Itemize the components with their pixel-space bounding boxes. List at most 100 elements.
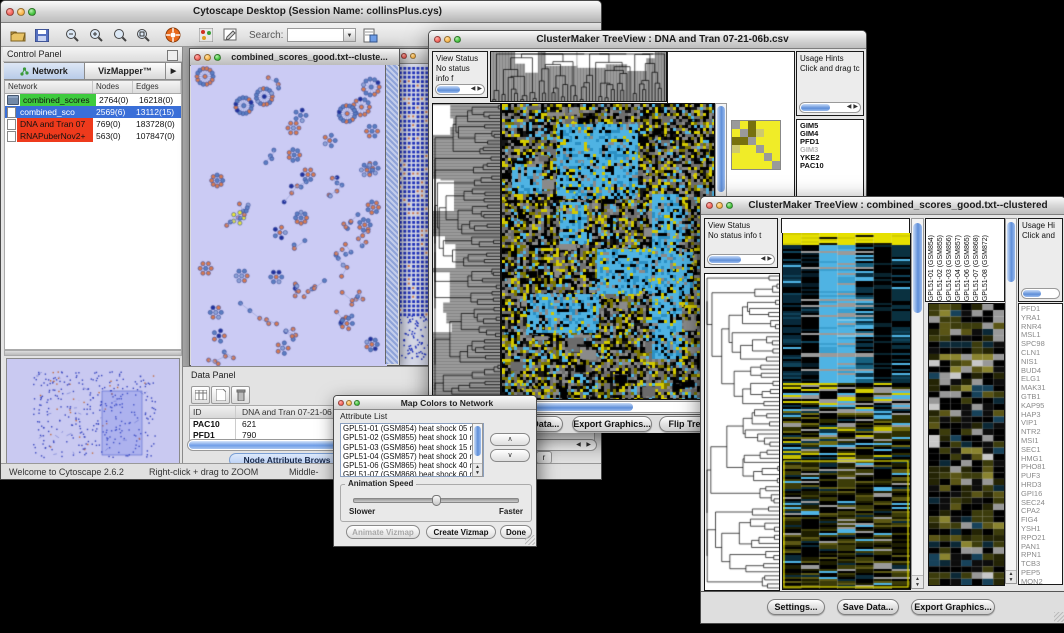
close-button[interactable] [434,36,441,43]
minimize-button[interactable] [17,8,25,16]
column-label[interactable]: GPL51-01 (GSM854) [928,235,935,301]
minimize-button[interactable] [444,36,451,43]
view-status-scrollbar[interactable]: ◀▶ [707,254,775,265]
view-status-scrollbar[interactable]: ◀▶ [435,84,485,95]
usage-hints-scrollbar[interactable]: ◀▶ [799,102,861,113]
network-table-row[interactable]: RNAPuberNov2+ 563(0) 107847(0) [5,130,181,142]
attribute-list-item[interactable]: GPL51-04 (GSM857) heat shock 20 min [343,452,483,461]
network-view-title-bar[interactable]: combined_scores_good.txt--cluste... [190,49,399,66]
dialog-title-bar[interactable]: Map Colors to Network [334,396,536,410]
gene-label[interactable]: MON2 [1021,578,1060,585]
open-icon[interactable] [9,26,27,44]
network-view-scrollbar[interactable] [385,65,398,364]
attribute-select-icon[interactable] [191,386,210,404]
create-vizmap-button[interactable]: Create Vizmap [426,525,496,539]
row-dendrogram-canvas[interactable] [704,273,780,591]
cytoscape-title-bar[interactable]: Cytoscape Desktop (Session Name: collins… [1,1,601,23]
column-label[interactable]: GPL51-07 (GSM868) [973,235,980,301]
attribute-list-item[interactable]: GPL51-07 (GSM868) heat shock 60 min [343,470,483,477]
close-button[interactable] [401,53,407,59]
column-label[interactable]: GPL51-06 (GSM865) [964,235,971,301]
float-panel-icon[interactable] [167,50,178,61]
tab-overflow-arrow[interactable]: ▶ [166,62,182,80]
main-heatmap-canvas[interactable] [501,103,715,400]
column-header-id[interactable]: ID [190,406,236,418]
zoom-selected-icon[interactable] [111,26,129,44]
zoom-button[interactable] [214,54,221,61]
panel-splitter[interactable] [4,350,182,356]
minimize-button[interactable] [716,202,723,209]
column-label[interactable]: GPL51-03 (GSM856) [946,235,953,301]
column-header-network[interactable]: Network [5,81,93,93]
resize-grip[interactable] [1054,612,1064,622]
column-label[interactable]: GPL51-04 (GSM857) [955,235,962,301]
close-button[interactable] [194,54,201,61]
network-table-row[interactable]: combined_scores 2764(0) 16218(0) [5,94,181,106]
summary-heatmap[interactable] [731,120,781,170]
treeview-combined-title-bar[interactable]: ClusterMaker TreeView : combined_scores_… [701,197,1064,215]
scrollbar-arrows[interactable]: ◀ ▶ [576,441,593,448]
save-icon[interactable] [33,26,51,44]
zoom-in-icon[interactable] [87,26,105,44]
column-label[interactable]: GPL51-08 (GSM872) [982,235,989,301]
attribute-list-item[interactable]: GPL51-06 (GSM865) heat shock 40 min [343,461,483,470]
speed-slider[interactable] [353,498,519,503]
network-graph-canvas[interactable] [191,65,387,366]
move-up-button[interactable]: ∧ [490,433,530,446]
minimize-button[interactable] [410,53,416,59]
treeview-dna-title-bar[interactable]: ClusterMaker TreeView : DNA and Tran 07-… [429,31,866,49]
zoom-button[interactable] [354,400,360,406]
column-header-edges[interactable]: Edges [133,81,181,93]
close-button[interactable] [6,8,14,16]
attribute-list-item[interactable]: GPL51-02 (GSM855) heat shock 10 min [343,433,483,442]
birdseye-view-canvas[interactable] [6,358,180,464]
column-label[interactable]: GPL51-02 (GSM855) [937,235,944,301]
heatmap-vscrollbar[interactable]: ▲▼ [911,218,924,589]
close-button[interactable] [338,400,344,406]
close-button[interactable] [706,202,713,209]
row-label[interactable]: PAC10 [800,162,860,170]
attribute-list-scrollbar[interactable]: ▲▼ [472,423,483,477]
row-dendrogram-canvas[interactable] [432,103,501,400]
column-header-nodes[interactable]: Nodes [93,81,133,93]
zoom-button[interactable] [28,8,36,16]
attribute-list-item[interactable]: GPL51-03 (GSM856) heat shock 15 min [343,443,483,452]
view-status-title: View Status [436,54,484,64]
network-table-row[interactable]: combined_sco 2569(6) 13112(15) [5,106,181,118]
network-name: combined_sco [17,106,93,118]
settings-button[interactable]: Settings... [767,599,825,615]
search-dropdown-arrow[interactable]: ▼ [343,28,356,42]
network-table-row[interactable]: DNA and Tran 07 769(0) 183728(0) [5,118,181,130]
speed-slider-thumb[interactable] [432,495,441,506]
tab-network[interactable]: Network [4,62,85,80]
delete-attribute-icon[interactable] [231,386,250,404]
main-heatmap-canvas[interactable] [782,233,911,590]
resize-grip[interactable] [525,535,535,545]
minimize-button[interactable] [204,54,211,61]
new-attribute-icon[interactable] [211,386,230,404]
tab-vizmapper[interactable]: VizMapper™ [85,62,166,80]
usage-hints-scrollbar[interactable] [1021,288,1060,299]
faster-label: Faster [499,507,523,516]
zoom-out-icon[interactable] [63,26,81,44]
zoom-heatmap-canvas[interactable] [928,303,1005,586]
zoom-fit-icon[interactable] [134,26,152,44]
network-name: RNAPuberNov2+ [17,130,93,142]
zoom-vscrollbar[interactable]: ▲▼ [1005,218,1017,584]
dense-network-canvas[interactable] [398,64,432,365]
move-down-button[interactable]: ∨ [490,449,530,462]
annotation-icon[interactable] [221,26,239,44]
search-input[interactable] [287,28,345,42]
zoom-button[interactable] [726,202,733,209]
save-data-button[interactable]: Save Data... [837,599,899,615]
zoom-button[interactable] [454,36,461,43]
minimize-button[interactable] [346,400,352,406]
export-graphics-button[interactable]: Export Graphics... [911,599,995,615]
animate-vizmap-button[interactable]: Animate Vizmap [346,525,420,539]
vizmapper-icon[interactable] [197,26,215,44]
column-dendrogram-canvas[interactable] [490,51,667,102]
attribute-list-item[interactable]: GPL51-01 (GSM854) heat shock 05 min [343,424,483,433]
help-lifesaver-icon[interactable] [164,26,182,44]
import-table-icon[interactable] [361,26,379,44]
export-graphics-button[interactable]: Export Graphics... [572,416,652,432]
